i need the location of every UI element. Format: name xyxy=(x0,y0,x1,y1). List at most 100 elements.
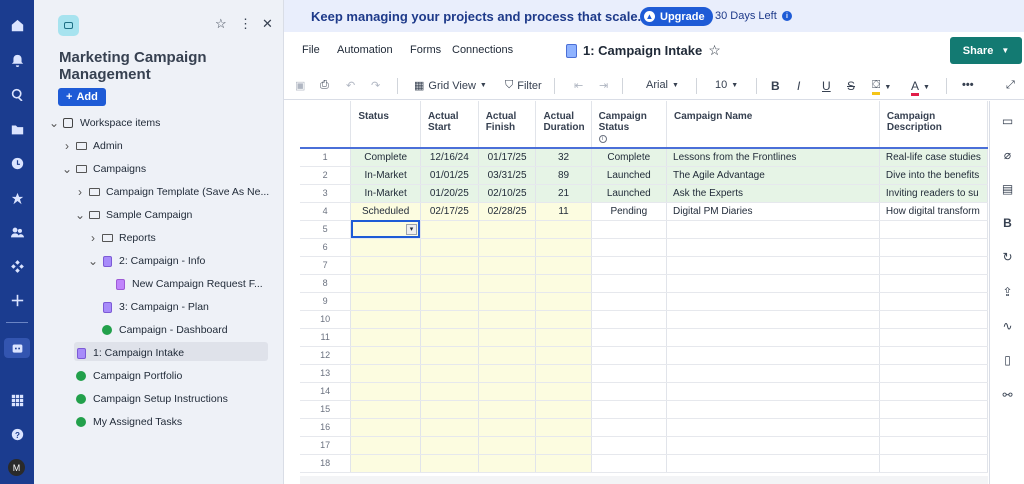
grid-cell[interactable] xyxy=(420,382,479,401)
grid-cell[interactable] xyxy=(420,364,479,383)
grid-cell[interactable] xyxy=(350,382,421,401)
grid-cell[interactable]: Complete xyxy=(350,148,421,167)
horizontal-scrollbar[interactable] xyxy=(300,476,988,484)
print-icon[interactable]: ⎙ xyxy=(320,79,329,92)
grid-cell[interactable] xyxy=(591,328,668,347)
form-icon[interactable]: ▯ xyxy=(1000,352,1015,367)
tree-item[interactable]: Campaign - Dashboard xyxy=(87,321,228,339)
upgrade-button[interactable]: ▲ Upgrade xyxy=(640,7,713,26)
grid-cell[interactable] xyxy=(666,274,880,293)
column-header[interactable]: Campaign Description xyxy=(879,101,988,149)
filter-button[interactable]: ⛉ Filter xyxy=(505,79,542,92)
grid-cell[interactable] xyxy=(879,418,988,437)
tree-item[interactable]: ⌄ 2: Campaign - Info xyxy=(87,252,205,270)
tree-item[interactable]: 1: Campaign Intake xyxy=(61,344,184,362)
solutions-icon[interactable] xyxy=(9,340,25,356)
tree-item[interactable]: ⌄ Sample Campaign xyxy=(74,206,192,224)
grid-cell[interactable] xyxy=(535,436,592,455)
grid-cell[interactable]: Launched xyxy=(591,184,668,203)
grid-cell[interactable] xyxy=(535,418,592,437)
clock-icon[interactable] xyxy=(9,155,25,171)
fill-color-dropdown[interactable]: ⛋ ▼ xyxy=(872,79,891,95)
grid-cell[interactable]: The Agile Advantage xyxy=(666,166,880,185)
chevron-right-icon[interactable]: › xyxy=(61,139,73,153)
folder-icon[interactable] xyxy=(9,121,25,137)
grid-cell[interactable]: 12/16/24 xyxy=(420,148,479,167)
grid-cell[interactable] xyxy=(420,274,479,293)
grid-cell[interactable] xyxy=(420,328,479,347)
grid-cell[interactable] xyxy=(535,274,592,293)
grid-cell[interactable] xyxy=(350,436,421,455)
connection-icon[interactable]: ⚯ xyxy=(1000,387,1015,402)
grid-cell[interactable] xyxy=(535,220,592,239)
chevron-down-icon[interactable]: ⌄ xyxy=(87,255,99,267)
more-icon[interactable]: ••• xyxy=(962,79,974,91)
grid-cell[interactable]: How digital transform xyxy=(879,202,988,221)
grid-cell[interactable]: 21 xyxy=(535,184,592,203)
comment-icon[interactable]: ▭ xyxy=(1000,113,1015,128)
redo-icon[interactable]: ↷ xyxy=(371,79,380,92)
grid-cell[interactable] xyxy=(478,256,537,275)
grid-cell[interactable]: Scheduled xyxy=(350,202,421,221)
grid-cell[interactable]: Ask the Experts xyxy=(666,184,880,203)
tree-item[interactable]: › Campaign Template (Save As Ne... xyxy=(74,183,269,201)
grid-cell[interactable] xyxy=(420,436,479,455)
column-header[interactable]: Actual Duration xyxy=(535,101,592,149)
menu-forms[interactable]: Forms xyxy=(410,44,441,56)
grid-cell[interactable] xyxy=(350,418,421,437)
bold-icon[interactable]: B xyxy=(771,79,780,93)
share-button[interactable]: Share ▼ xyxy=(950,37,1022,64)
grid-cell[interactable] xyxy=(535,238,592,257)
grid-cell[interactable]: Pending xyxy=(591,202,668,221)
grid-cell[interactable]: 02/17/25 xyxy=(420,202,479,221)
grid-cell[interactable] xyxy=(591,400,668,419)
tree-item[interactable]: ⌄ Campaigns xyxy=(61,160,146,178)
column-header[interactable]: Actual Finish xyxy=(478,101,537,149)
home-icon[interactable] xyxy=(9,17,25,33)
grid-cell[interactable]: 01/17/25 xyxy=(478,148,537,167)
grid-cell[interactable] xyxy=(879,238,988,257)
grid-cell[interactable] xyxy=(350,256,421,275)
save-icon[interactable]: ▣ xyxy=(295,79,305,92)
grid-cell[interactable] xyxy=(478,238,537,257)
grid-view-dropdown[interactable]: ▦ Grid View ▼ xyxy=(414,79,487,93)
grid-cell[interactable] xyxy=(420,256,479,275)
grid-cell[interactable] xyxy=(879,220,988,239)
grid-cell[interactable]: Digital PM Diaries xyxy=(666,202,880,221)
grid-cell[interactable] xyxy=(350,274,421,293)
summary-icon[interactable]: ∿ xyxy=(1000,318,1015,333)
search-icon[interactable] xyxy=(9,86,25,102)
grid-cell[interactable] xyxy=(879,454,988,473)
outdent-icon[interactable]: ⇤ xyxy=(574,79,583,92)
help-icon[interactable]: ? xyxy=(9,426,25,442)
chevron-down-icon[interactable]: ⌄ xyxy=(61,163,73,175)
font-size-dropdown[interactable]: 10 ▼ xyxy=(715,79,738,91)
star-icon[interactable] xyxy=(9,190,25,206)
column-header[interactable]: Status xyxy=(350,101,421,149)
apps-icon[interactable] xyxy=(9,258,25,274)
chevron-right-icon[interactable]: › xyxy=(87,231,99,245)
grid-cell[interactable] xyxy=(350,292,421,311)
add-button[interactable]: + Add xyxy=(58,88,106,106)
undo-icon[interactable]: ↶ xyxy=(346,79,355,92)
grid-cell[interactable]: 11 xyxy=(535,202,592,221)
info-icon[interactable]: i xyxy=(598,135,607,143)
brandfolder-icon[interactable]: B xyxy=(1000,215,1015,230)
grid-cell[interactable]: 02/28/25 xyxy=(478,202,537,221)
grid-cell[interactable] xyxy=(350,454,421,473)
grid-cell[interactable] xyxy=(591,418,668,437)
column-header[interactable]: Actual Start xyxy=(420,101,479,149)
grid-cell[interactable] xyxy=(591,364,668,383)
grid-cell[interactable] xyxy=(420,310,479,329)
grid-cell[interactable] xyxy=(879,364,988,383)
grid-cell[interactable] xyxy=(420,238,479,257)
grid-cell[interactable] xyxy=(879,400,988,419)
grid-cell[interactable] xyxy=(478,220,537,239)
menu-file[interactable]: File xyxy=(302,44,320,56)
underline-icon[interactable]: U xyxy=(822,79,831,93)
grid-cell[interactable] xyxy=(535,256,592,275)
attachment-icon[interactable]: ⌀ xyxy=(1000,147,1015,162)
publish-icon[interactable]: ⇪ xyxy=(1000,284,1015,299)
grid-cell[interactable] xyxy=(666,238,880,257)
tree-item[interactable]: Campaign Setup Instructions xyxy=(61,390,228,408)
